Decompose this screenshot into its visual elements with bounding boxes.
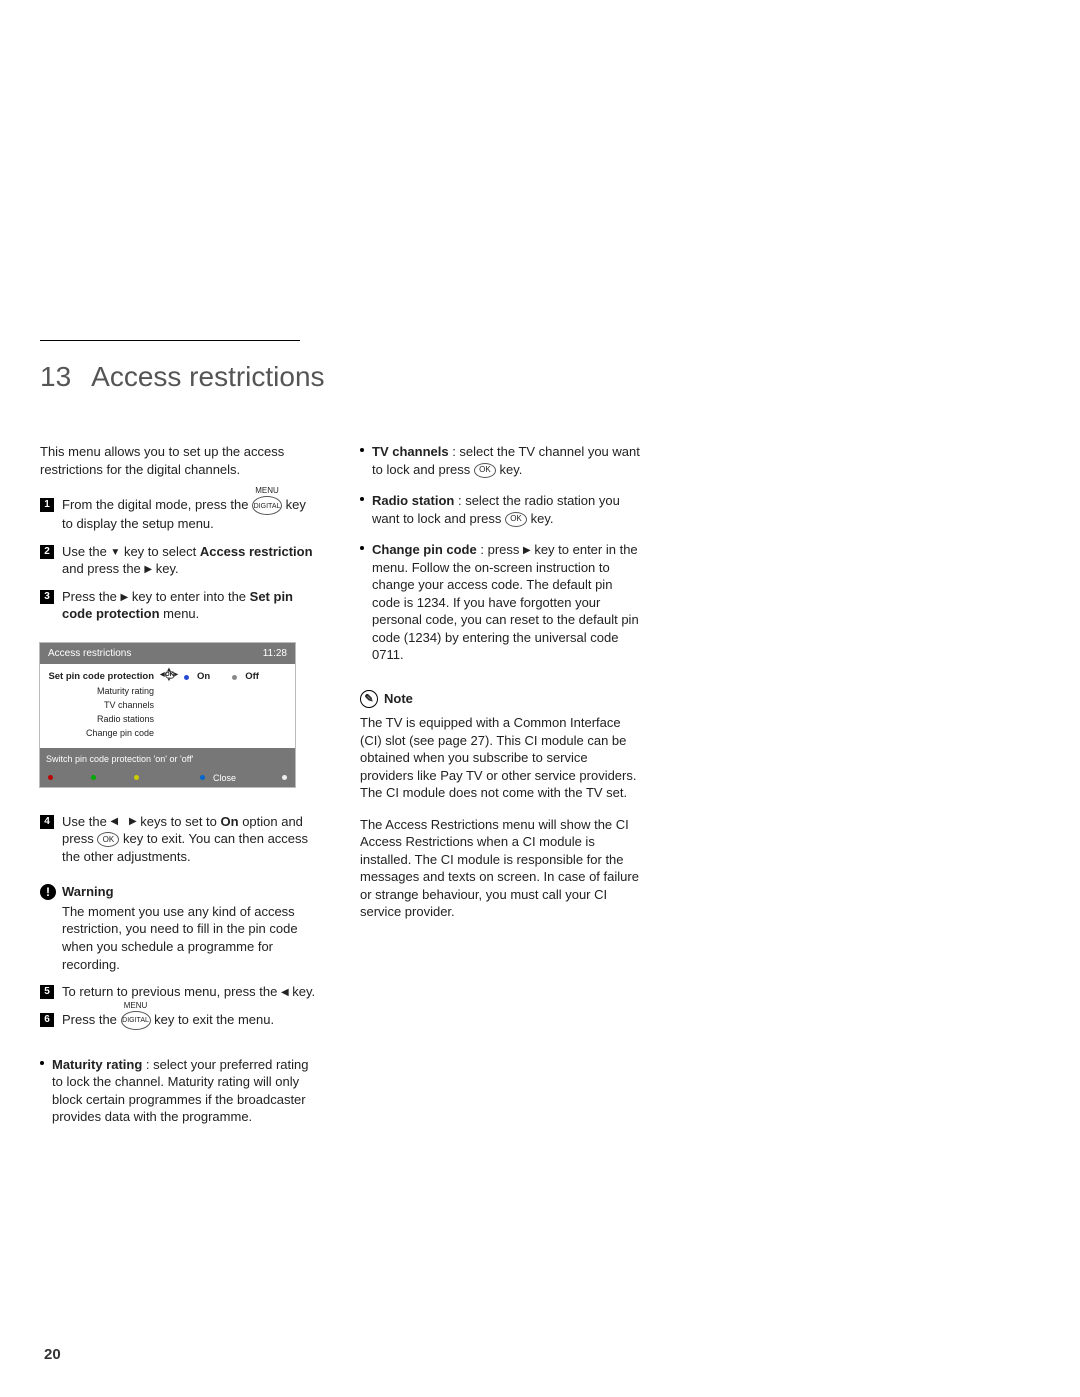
color-button-icon — [282, 775, 287, 780]
arrow-left-icon: ◀ — [281, 986, 289, 1000]
tv-menu-item: Set pin code protection ▲▼ ◀▶ OK On Off — [44, 670, 289, 684]
step-4: 4 Use the ◀ ▶ keys to set to On option a… — [40, 813, 320, 866]
tv-title: Access restrictions — [48, 647, 131, 661]
step-body: Use the ▼ key to select Access restricti… — [62, 543, 320, 578]
step-body: From the digital mode, press the MENU DI… — [62, 496, 320, 533]
warning-heading: ! Warning — [40, 883, 320, 901]
color-button-icon — [200, 775, 205, 780]
step-body: Press the MENU DIGITAL key to exit the m… — [62, 1011, 320, 1030]
bullet-icon — [360, 546, 364, 550]
step-3: 3 Press the ▶ key to enter into the Set … — [40, 588, 320, 623]
note-paragraph: The TV is equipped with a Common Interfa… — [360, 714, 640, 802]
arrow-right-icon: ▶ — [121, 591, 129, 605]
step-number-icon: 1 — [40, 498, 54, 512]
section-number: 13 — [40, 361, 71, 393]
tv-menu-item: Radio stations — [44, 712, 289, 726]
arrow-left-icon: ◀ — [110, 815, 118, 829]
tv-menu-item: Maturity rating — [44, 684, 289, 698]
tv-footer-bar: Close — [40, 769, 295, 787]
section-rule — [40, 340, 300, 341]
page-number: 20 — [44, 1346, 61, 1363]
tv-body: Set pin code protection ▲▼ ◀▶ OK On Off — [40, 664, 295, 750]
step-2: 2 Use the ▼ key to select Access restric… — [40, 543, 320, 578]
digital-key-icon: MENU DIGITAL — [121, 1011, 151, 1030]
change-pin-bullet: Change pin code : press ▶ key to enter i… — [360, 541, 640, 664]
tv-help-bar: Switch pin code protection 'on' or 'off' — [40, 750, 295, 768]
bullet-icon — [360, 448, 364, 452]
ok-key-icon: OK — [97, 832, 119, 847]
content-columns: This menu allows you to set up the acces… — [40, 443, 1040, 1126]
color-button-icon — [134, 775, 139, 780]
note-paragraph: The Access Restrictions menu will show t… — [360, 816, 640, 921]
step-1: 1 From the digital mode, press the MENU … — [40, 496, 320, 533]
ok-key-icon: OK — [474, 463, 496, 478]
digital-key-icon: MENU DIGITAL — [252, 496, 282, 515]
warning-text: The moment you use any kind of access re… — [40, 903, 320, 973]
color-button-icon — [91, 775, 96, 780]
maturity-rating-bullet: Maturity rating : select your preferred … — [40, 1056, 320, 1126]
arrow-down-icon: ▼ — [110, 546, 120, 560]
note-icon: ✎ — [360, 690, 378, 708]
bullet-icon — [360, 497, 364, 501]
arrow-right-icon: ▶ — [129, 815, 137, 829]
ok-key-icon: OK — [505, 512, 527, 527]
nav-cluster-icon: ▲▼ ◀▶ OK — [158, 668, 180, 687]
step-body: Use the ◀ ▶ keys to set to On option and… — [62, 813, 320, 866]
arrow-right-icon: ▶ — [144, 563, 152, 577]
radio-station-bullet: Radio station : select the radio station… — [360, 492, 640, 527]
section-heading: 13 Access restrictions — [40, 361, 1040, 393]
step-number-icon: 4 — [40, 815, 54, 829]
tv-menu-item: Change pin code — [44, 726, 289, 740]
bullet-icon — [40, 1061, 44, 1065]
step-number-icon: 3 — [40, 590, 54, 604]
step-body: Press the ▶ key to enter into the Set pi… — [62, 588, 320, 623]
section-title: Access restrictions — [91, 361, 324, 393]
step-number-icon: 2 — [40, 545, 54, 559]
step-6: 6 Press the MENU DIGITAL key to exit the… — [40, 1011, 320, 1030]
arrow-right-icon: ▶ — [523, 544, 531, 558]
tv-channels-bullet: TV channels : select the TV channel you … — [360, 443, 640, 478]
color-button-icon — [48, 775, 53, 780]
option-dot-icon — [232, 675, 237, 680]
note-heading: ✎ Note — [360, 690, 640, 708]
tv-screen-illustration: Access restrictions 11:28 Set pin code p… — [40, 643, 295, 787]
intro-text: This menu allows you to set up the acces… — [40, 443, 320, 478]
tv-close-option: Close — [196, 772, 236, 784]
tv-menu-item: TV channels — [44, 698, 289, 712]
right-column: TV channels : select the TV channel you … — [360, 443, 640, 1126]
option-dot-icon — [184, 675, 189, 680]
step-number-icon: 6 — [40, 1013, 54, 1027]
step-number-icon: 5 — [40, 985, 54, 999]
tv-time: 11:28 — [263, 647, 287, 661]
step-5: 5 To return to previous menu, press the … — [40, 983, 320, 1001]
warning-icon: ! — [40, 884, 56, 900]
tv-title-bar: Access restrictions 11:28 — [40, 643, 295, 665]
manual-page: 13 Access restrictions This menu allows … — [0, 0, 1080, 1397]
left-column: This menu allows you to set up the acces… — [40, 443, 320, 1126]
step-body: To return to previous menu, press the ◀ … — [62, 983, 320, 1001]
